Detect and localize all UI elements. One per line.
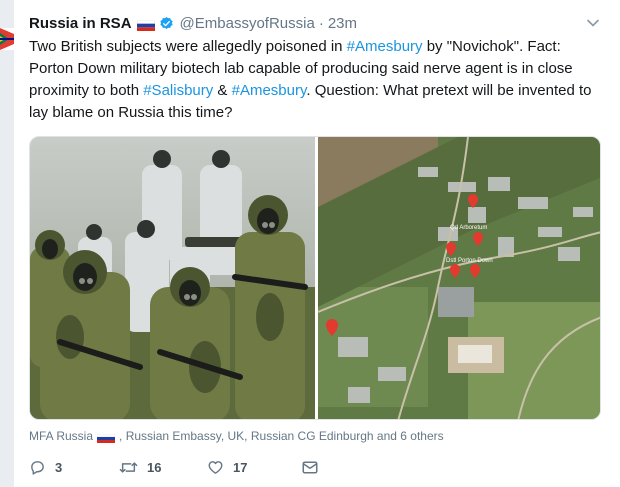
map-label: Qd Arboretum <box>450 225 488 231</box>
satellite-map-porton-down[interactable]: Qd Arboretum Dstl Porton Down <box>318 137 600 419</box>
tweet-timestamp[interactable]: 23m <box>328 15 357 32</box>
avatar[interactable] <box>0 28 14 50</box>
tweet-text: Two British subjects were allegedly pois… <box>29 36 609 124</box>
flag-russia-icon <box>136 18 155 31</box>
direct-message-button[interactable] <box>301 460 319 475</box>
photo-soldiers-in-hazmat-suits[interactable] <box>30 137 315 419</box>
left-gutter <box>0 0 14 487</box>
tweet-header: Russia in RSA @EmbassyofRussia · 23m <box>29 13 600 33</box>
reply-icon <box>29 459 46 476</box>
hashtag-link[interactable]: #Amesbury <box>232 82 307 99</box>
like-button[interactable]: 17 <box>207 459 301 476</box>
user-handle[interactable]: @EmbassyofRussia <box>180 15 315 32</box>
hashtag-link[interactable]: #Amesbury <box>347 38 423 55</box>
reply-count: 3 <box>55 459 63 475</box>
tweet-text-part: & <box>213 82 232 99</box>
tweet-text-part: Two British subjects were allegedly pois… <box>29 38 347 55</box>
separator-dot: · <box>318 14 324 32</box>
flag-russia-icon <box>96 432 116 443</box>
tweet-media[interactable]: Qd Arboretum Dstl Porton Down <box>29 136 601 420</box>
verified-badge-icon <box>159 16 174 31</box>
map-label: Dstl Porton Down <box>446 258 493 264</box>
tweet-actions: 3 16 17 <box>29 456 319 478</box>
retweet-icon <box>119 459 138 476</box>
hashtag-link[interactable]: #Salisbury <box>143 82 213 99</box>
like-icon <box>207 459 224 476</box>
tagged-user[interactable]: MFA Russia <box>29 429 93 443</box>
chevron-down-icon[interactable] <box>586 16 600 30</box>
retweet-button[interactable]: 16 <box>119 459 207 476</box>
like-count: 17 <box>233 459 248 475</box>
retweet-count: 16 <box>147 459 162 475</box>
tagged-users-rest[interactable]: , Russian Embassy, UK, Russian CG Edinbu… <box>119 429 444 443</box>
reply-button[interactable]: 3 <box>29 459 119 476</box>
direct-message-icon <box>301 460 319 475</box>
media-tag-attribution[interactable]: MFA Russia , Russian Embassy, UK, Russia… <box>29 429 444 443</box>
display-name[interactable]: Russia in RSA <box>29 15 132 32</box>
